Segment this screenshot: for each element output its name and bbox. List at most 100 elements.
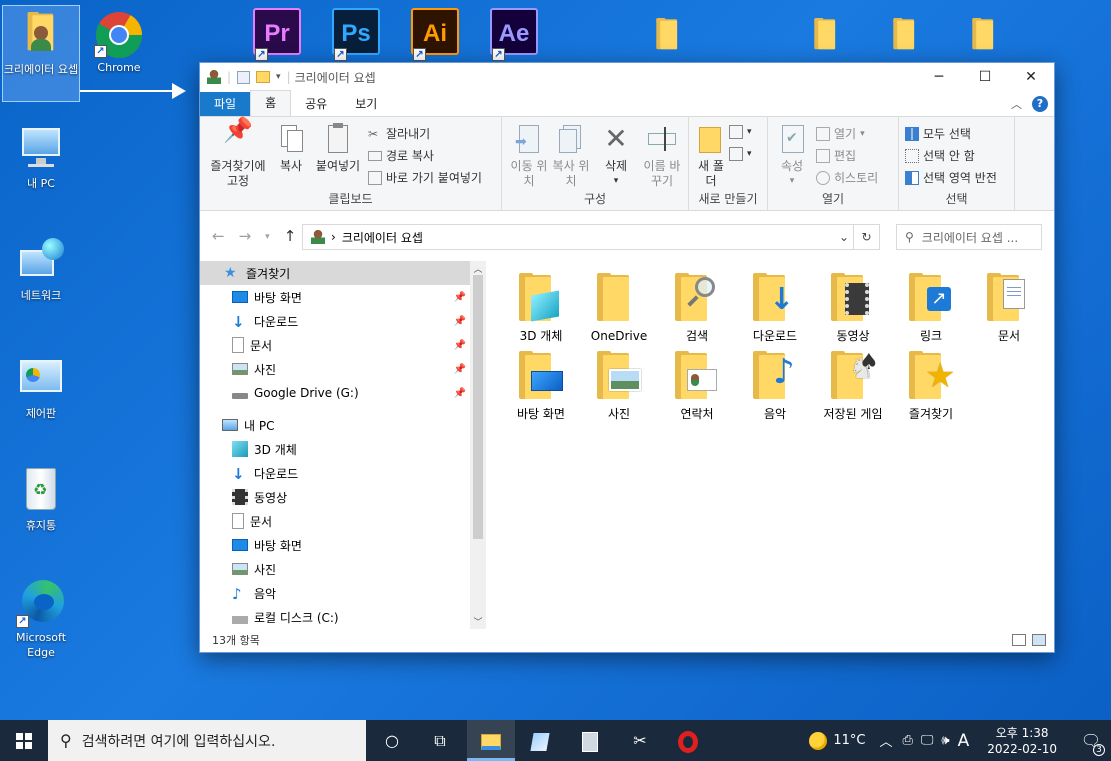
desktop-icon-network[interactable]: 네트워크	[2, 238, 80, 303]
nav-item-downloads-pc[interactable]: ↓ 다운로드	[200, 461, 486, 485]
weather-icon[interactable]	[809, 731, 828, 750]
nav-item-desktop[interactable]: 바탕 화면 📌	[200, 285, 486, 309]
edit-button[interactable]: 편집	[816, 147, 856, 164]
title-bar[interactable]: | ▾ | 크리에이터 요셉 ─ ☐ ✕	[200, 63, 1054, 91]
nav-item-quick-access[interactable]: ★ 즐겨찾기	[200, 261, 486, 285]
nav-item-pictures-pc[interactable]: 사진	[200, 557, 486, 581]
chevron-down-icon[interactable]: ⌄	[839, 230, 849, 244]
properties-button[interactable]: ✔ 속성 ▾	[774, 123, 810, 189]
recent-locations-icon[interactable]: ▾	[265, 227, 270, 247]
folder-item[interactable]: OneDrive	[580, 269, 658, 344]
task-view-icon[interactable]: ⧉	[416, 720, 464, 761]
folder-item[interactable]: ♪ 음악	[736, 347, 814, 422]
desktop-icon-edge[interactable]: ↗ Microsoft Edge	[2, 580, 80, 660]
desktop-folder-icon[interactable]	[813, 14, 843, 54]
nav-item-music[interactable]: ♪ 음악	[200, 581, 486, 605]
scroll-up-icon[interactable]: ︿	[470, 262, 486, 275]
notepad-taskbar-icon[interactable]	[516, 720, 564, 761]
tab-view[interactable]: 보기	[341, 92, 391, 116]
help-icon[interactable]: ?	[1032, 96, 1048, 112]
network-tray-icon[interactable]: 🖵	[921, 733, 934, 748]
desktop-folder-icon[interactable]	[971, 14, 1001, 54]
chevron-up-icon[interactable]: ︿	[879, 731, 892, 750]
nav-item-3d-objects[interactable]: 3D 개체	[200, 437, 486, 461]
pin-icon[interactable]: 📌	[454, 292, 466, 303]
snipping-tool-taskbar-icon[interactable]: ✂	[616, 720, 664, 761]
desktop-icon-control-panel[interactable]: 제어판	[2, 356, 80, 421]
pin-icon[interactable]: 📌	[454, 316, 466, 327]
nav-item-google-drive[interactable]: Google Drive (G:) 📌	[200, 381, 486, 405]
pin-icon[interactable]: 📌	[454, 364, 466, 375]
maximize-button[interactable]: ☐	[962, 63, 1008, 91]
up-arrow-icon[interactable]: ↑	[284, 227, 297, 247]
folder-item[interactable]: 사진	[580, 347, 658, 422]
open-button[interactable]: 열기 ▾	[816, 125, 865, 142]
properties-quick-icon[interactable]	[237, 70, 251, 84]
photoshop-icon[interactable]: Ps ↗	[332, 8, 380, 61]
cut-button[interactable]: ✂ 잘라내기	[368, 125, 430, 142]
folder-item[interactable]: 문서	[970, 269, 1048, 344]
large-icons-view-icon[interactable]	[1032, 634, 1046, 646]
desktop-icon-chrome[interactable]: ↗ Chrome	[80, 10, 158, 75]
nav-item-documents[interactable]: 문서 📌	[200, 333, 486, 357]
chevron-down-icon[interactable]: ▾	[276, 72, 281, 82]
close-button[interactable]: ✕	[1008, 63, 1054, 91]
nav-item-videos[interactable]: 동영상	[200, 485, 486, 509]
folder-item[interactable]: ★ 즐겨찾기	[892, 347, 970, 422]
start-button[interactable]	[0, 720, 48, 761]
volume-icon[interactable]: 🕪	[941, 733, 949, 748]
folder-item[interactable]: 검색	[658, 269, 736, 344]
pin-icon[interactable]: 📌	[454, 340, 466, 351]
tab-share[interactable]: 공유	[291, 92, 341, 116]
desktop-icon-this-pc[interactable]: 내 PC	[2, 126, 80, 191]
refresh-icon[interactable]: ↻	[853, 225, 879, 249]
pin-icon[interactable]: 📌	[454, 388, 466, 399]
nav-scrollbar[interactable]: ︿ ﹀	[470, 261, 486, 629]
nav-item-documents-pc[interactable]: 문서	[200, 509, 486, 533]
rename-button[interactable]: 이름 바꾸기	[640, 123, 684, 189]
desktop-icon-recycle-bin[interactable]: ♻ 휴지통	[2, 468, 80, 533]
move-to-button[interactable]: ➡ 이동 위치	[510, 123, 548, 189]
desktop-icon-user-folder[interactable]: 크리에이터 요셉	[2, 5, 80, 102]
folder-item[interactable]: ↗ 링크	[892, 269, 970, 344]
folder-item[interactable]: ↓ 다운로드	[736, 269, 814, 344]
nav-item-desktop-pc[interactable]: 바탕 화면	[200, 533, 486, 557]
folder-item[interactable]: 바탕 화면	[502, 347, 580, 422]
paste-button[interactable]: 붙여넣기	[312, 123, 364, 174]
details-view-icon[interactable]	[1012, 634, 1026, 646]
clock[interactable]: 오후 1:38 2022-02-10	[987, 725, 1057, 757]
scroll-down-icon[interactable]: ﹀	[470, 615, 486, 628]
select-none-button[interactable]: 선택 안 함	[905, 147, 975, 164]
back-arrow-icon[interactable]: ←	[212, 227, 225, 247]
desktop-folder-icon[interactable]	[655, 14, 685, 54]
paste-shortcut-button[interactable]: 바로 가기 붙여넣기	[368, 169, 482, 186]
notification-icon[interactable]: 🗨 3	[1071, 731, 1111, 756]
meet-now-icon[interactable]: ⎙	[902, 733, 912, 748]
new-item-button[interactable]: ▾	[729, 125, 752, 139]
ime-indicator[interactable]: A	[958, 731, 970, 751]
folder-item[interactable]: ♞ ♠ 저장된 게임	[814, 347, 892, 422]
folder-item[interactable]: 3D 개체	[502, 269, 580, 344]
copy-path-button[interactable]: 경로 복사	[368, 147, 434, 164]
nav-item-local-disk[interactable]: 로컬 디스크 (C:)	[200, 605, 486, 629]
forward-arrow-icon[interactable]: →	[239, 227, 252, 247]
pin-to-quick-access-button[interactable]: 📌 즐겨찾기에 고정	[204, 118, 272, 189]
copy-button[interactable]: 복사	[274, 123, 308, 174]
nav-item-pictures[interactable]: 사진 📌	[200, 357, 486, 381]
desktop-folder-icon[interactable]	[892, 14, 922, 54]
tab-home[interactable]: 홈	[250, 90, 292, 116]
new-folder-quick-icon[interactable]	[256, 71, 271, 83]
weather-temp[interactable]: 11°C	[833, 733, 865, 748]
premiere-icon[interactable]: Pr ↗	[253, 8, 301, 61]
copy-to-button[interactable]: 복사 위치	[552, 123, 590, 189]
after-effects-icon[interactable]: Ae ↗	[490, 8, 538, 61]
cortana-icon[interactable]: ○	[368, 720, 416, 761]
file-explorer-taskbar-icon[interactable]	[467, 720, 515, 761]
invert-selection-button[interactable]: 선택 영역 반전	[905, 169, 997, 186]
breadcrumb[interactable]: 크리에이터 요셉	[342, 229, 423, 246]
easy-access-button[interactable]: ▾	[729, 147, 752, 161]
new-folder-button[interactable]: 새 폴더	[695, 123, 727, 189]
nav-item-downloads[interactable]: ↓ 다운로드 📌	[200, 309, 486, 333]
taskbar-search-input[interactable]: ⚲ 검색하려면 여기에 입력하십시오.	[48, 720, 366, 761]
select-all-button[interactable]: 모두 선택	[905, 125, 971, 142]
